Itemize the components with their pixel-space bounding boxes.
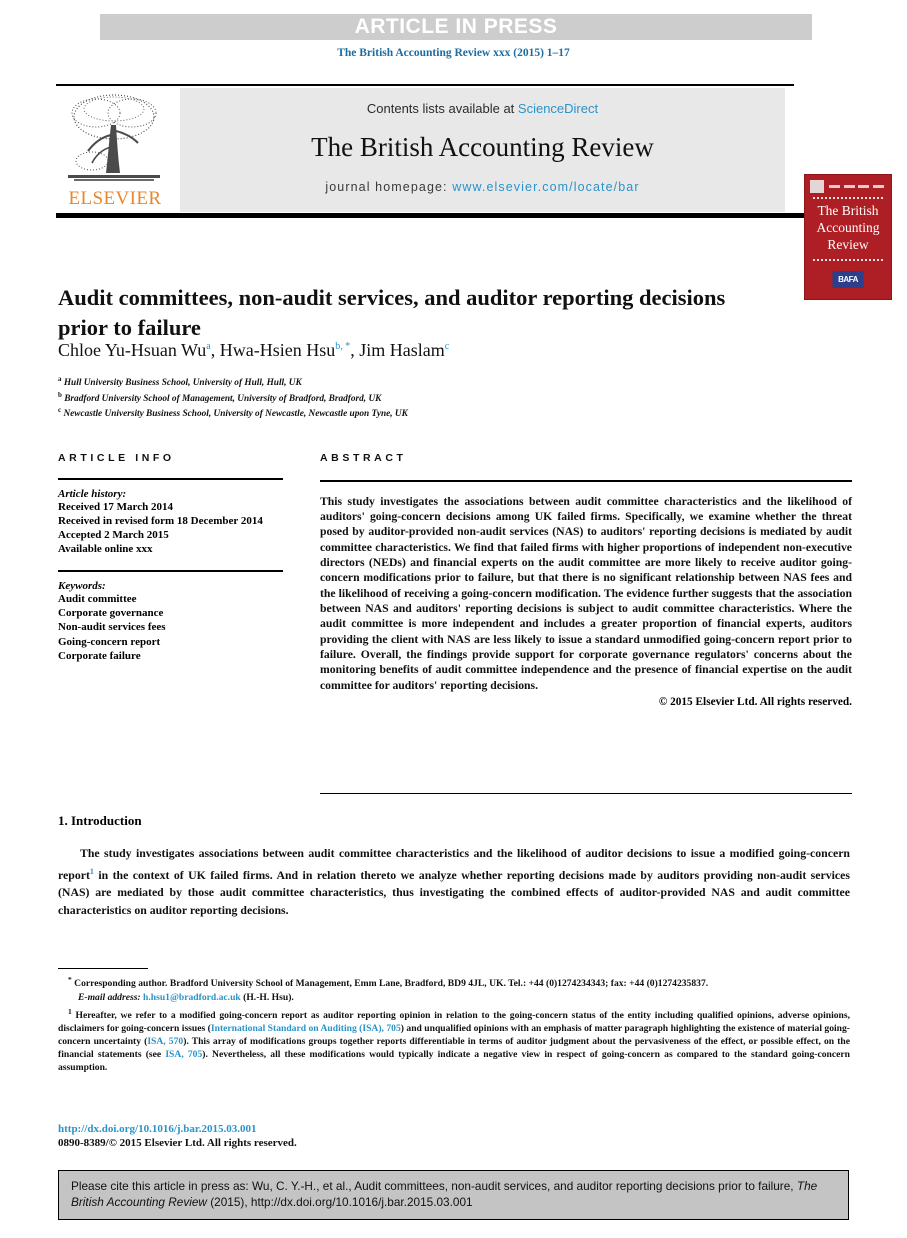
issn-copyright-line: 0890-8389/© 2015 Elsevier Ltd. All right… bbox=[58, 1137, 297, 1149]
article-in-press-label: ARTICLE IN PRESS bbox=[354, 15, 558, 38]
affiliation-mark: a bbox=[58, 375, 62, 383]
cover-divider-top bbox=[813, 197, 883, 199]
author-name: Chloe Yu-Hsuan Wu bbox=[58, 340, 207, 360]
elsevier-wordmark: ELSEVIER bbox=[68, 188, 162, 209]
article-info-heading: ARTICLE INFO bbox=[58, 452, 175, 464]
citation-link-isa-570[interactable]: ISA, 570 bbox=[147, 1036, 183, 1047]
footnote-email-line: E-mail address: h.hsu1@bradford.ac.uk (H… bbox=[58, 992, 850, 1005]
cite-this-article-box: Please cite this article in press as: Wu… bbox=[58, 1170, 849, 1220]
author-name: Jim Haslam bbox=[359, 340, 445, 360]
abstract-column: ABSTRACT This study investigates the ass… bbox=[320, 452, 852, 708]
affiliation-mark: c bbox=[58, 406, 62, 415]
cite-this-article-text: Please cite this article in press as: Wu… bbox=[71, 1178, 836, 1210]
footnote-separator-rule bbox=[58, 968, 148, 970]
doi-link[interactable]: http://dx.doi.org/10.1016/j.bar.2015.03.… bbox=[58, 1123, 257, 1135]
keywords-block: Keywords: Audit committee Corporate gove… bbox=[58, 580, 283, 663]
journal-homepage-prefix: journal homepage: bbox=[325, 180, 453, 194]
contents-available-prefix: Contents lists available at bbox=[366, 101, 518, 116]
elsevier-tree-icon bbox=[62, 91, 166, 187]
introduction-paragraph: The study investigates associations betw… bbox=[58, 845, 850, 919]
masthead-top-rule bbox=[56, 84, 794, 86]
introduction-part-2: in the context of UK failed firms. And i… bbox=[58, 867, 850, 917]
cite-suffix: (2015), http://dx.doi.org/10.1016/j.bar.… bbox=[206, 1195, 473, 1209]
author-affiliation-mark: c bbox=[444, 341, 450, 352]
affiliation-item: b Bradford University School of Manageme… bbox=[58, 390, 818, 406]
sciencedirect-link[interactable]: ScienceDirect bbox=[518, 101, 598, 116]
citation-link-isa-705[interactable]: International Standard on Auditing (ISA)… bbox=[211, 1023, 401, 1034]
affiliation-text: Newcastle University Business School, Un… bbox=[63, 409, 408, 420]
keyword-item: Audit committee bbox=[58, 593, 137, 605]
journal-masthead: ELSEVIER Contents lists available at Sci… bbox=[56, 88, 892, 300]
author-name: Hwa-Hsien Hsu bbox=[219, 340, 336, 360]
journal-reference-line: The British Accounting Review xxx (2015)… bbox=[337, 47, 570, 59]
article-history-label: Article history: bbox=[58, 487, 127, 500]
cover-publisher-logo-icon bbox=[810, 180, 824, 193]
keywords-rule bbox=[58, 570, 283, 572]
contents-available-line: Contents lists available at ScienceDirec… bbox=[180, 101, 785, 116]
keyword-item: Corporate failure bbox=[58, 649, 141, 662]
section-heading-introduction: 1. Introduction bbox=[58, 813, 142, 828]
article-info-column: ARTICLE INFO Article history: Received 1… bbox=[58, 452, 283, 663]
cover-divider-bottom bbox=[813, 259, 883, 261]
sciencedirect-box: Contents lists available at ScienceDirec… bbox=[180, 88, 785, 212]
affiliation-mark: b bbox=[58, 390, 62, 399]
article-history-item: Accepted 2 March 2015 bbox=[58, 529, 169, 541]
cover-topbar bbox=[810, 180, 886, 193]
elsevier-logo-block: ELSEVIER bbox=[56, 88, 174, 212]
journal-homepage-link[interactable]: www.elsevier.com/locate/bar bbox=[452, 180, 639, 194]
footnote-block: * Corresponding author. Bradford Univers… bbox=[58, 974, 850, 1075]
cover-title: The British Accounting Review bbox=[816, 203, 880, 252]
email-address-label: E-mail address: bbox=[78, 992, 141, 1004]
bafa-badge: BAFA bbox=[832, 271, 864, 288]
affiliation-text: Hull University Business School, Univers… bbox=[63, 378, 302, 389]
citation-link-isa-705-see[interactable]: ISA, 705 bbox=[165, 1049, 202, 1060]
abstract-copyright: © 2015 Elsevier Ltd. All rights reserved… bbox=[658, 696, 852, 709]
abstract-rule-bottom bbox=[320, 793, 852, 795]
masthead-bottom-rule bbox=[56, 213, 851, 218]
affiliation-item: c Newcastle University Business School, … bbox=[58, 405, 818, 421]
abstract-body: This study investigates the associations… bbox=[320, 494, 852, 692]
author-list: Chloe Yu-Hsuan Wua, Hwa-Hsien Hsub, *, J… bbox=[58, 340, 450, 360]
footnote-corresponding-text: Corresponding author. Bradford Universit… bbox=[71, 978, 709, 990]
article-history-item: Received 17 March 2014 bbox=[58, 500, 173, 513]
abstract-rule-top bbox=[320, 480, 852, 482]
keyword-item: Going-concern report bbox=[58, 635, 161, 648]
affiliation-item: a Hull University Business School, Unive… bbox=[58, 374, 818, 390]
email-link[interactable]: h.hsu1@bradford.ac.uk bbox=[143, 992, 241, 1003]
email-suffix: (H.-H. Hsu). bbox=[240, 992, 294, 1004]
keyword-item: Corporate governance bbox=[58, 607, 164, 620]
cite-prefix: Please cite this article in press as: Wu… bbox=[71, 1179, 797, 1193]
cover-topwords bbox=[827, 185, 886, 188]
article-in-press-banner: ARTICLE IN PRESS bbox=[100, 14, 812, 40]
journal-cover-thumbnail[interactable]: The British Accounting Review BAFA bbox=[804, 174, 892, 300]
keyword-item: Non-audit services fees bbox=[58, 621, 166, 634]
affiliation-text: Bradford University School of Management… bbox=[64, 393, 382, 404]
journal-title: The British Accounting Review bbox=[311, 132, 654, 162]
abstract-heading: ABSTRACT bbox=[320, 452, 407, 464]
footnote-corresponding-author: * Corresponding author. Bradford Univers… bbox=[58, 974, 850, 991]
article-page: ARTICLE IN PRESS The British Accounting … bbox=[0, 0, 907, 1238]
page-title: Audit committees, non-audit services, an… bbox=[58, 285, 726, 341]
footnote-1: 1 Hereafter, we refer to a modified goin… bbox=[58, 1006, 850, 1075]
affiliation-list: a Hull University Business School, Unive… bbox=[58, 374, 818, 421]
author-affiliation-mark: a bbox=[206, 341, 211, 352]
article-history-item: Available online xxx bbox=[58, 543, 153, 556]
article-history-item: Received in revised form 18 December 201… bbox=[58, 514, 263, 527]
keywords-label: Keywords: bbox=[58, 580, 106, 592]
author-affiliation-mark: b, * bbox=[335, 341, 351, 352]
journal-homepage-line: journal homepage: www.elsevier.com/locat… bbox=[180, 180, 785, 194]
article-info-rule bbox=[58, 478, 283, 480]
